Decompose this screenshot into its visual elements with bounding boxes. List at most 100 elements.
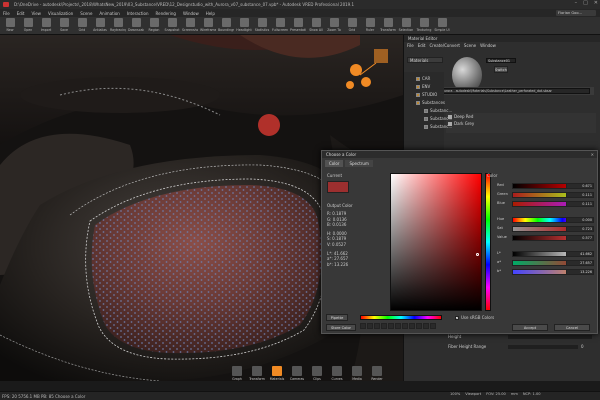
me-menu-create[interactable]: Create/Convert bbox=[429, 43, 459, 48]
value-red[interactable]: 0.671 bbox=[566, 183, 594, 189]
toolbar-transform-button[interactable]: Transform bbox=[380, 18, 396, 32]
use-srgb-checkbox[interactable]: ✓ Use sRGB Colors bbox=[455, 315, 494, 320]
value-value[interactable]: 0.577 bbox=[566, 235, 594, 241]
swatch[interactable] bbox=[416, 323, 422, 329]
menu-file[interactable]: File bbox=[3, 11, 10, 16]
swatch[interactable] bbox=[381, 323, 387, 329]
swatch[interactable] bbox=[395, 323, 401, 329]
tree-item-car[interactable]: CAR bbox=[416, 75, 430, 82]
picker-cursor[interactable] bbox=[476, 253, 479, 256]
color-field-picker[interactable] bbox=[390, 173, 482, 311]
tab-color[interactable]: Color bbox=[325, 160, 344, 167]
toolbar-screenshots-button[interactable]: Screenshots bbox=[182, 18, 198, 32]
menu-scene[interactable]: Scene bbox=[80, 11, 92, 16]
value-astar[interactable]: 27.657 bbox=[566, 260, 594, 266]
pipette-button[interactable]: Pipette bbox=[326, 314, 348, 321]
toolbar-open-button[interactable]: Open bbox=[20, 18, 36, 32]
fov-readout[interactable]: FOV: 25.00 bbox=[486, 392, 506, 396]
toolbar-presentation-button[interactable]: Presentation bbox=[290, 18, 306, 32]
preset-item[interactable]: Deep Red bbox=[446, 113, 596, 120]
dock-clips-button[interactable]: Clips bbox=[308, 366, 326, 381]
toolbar-zoom-to-button[interactable]: Zoom To bbox=[326, 18, 342, 32]
swatch[interactable] bbox=[388, 323, 394, 329]
value-blue[interactable]: 0.111 bbox=[566, 201, 594, 207]
toolbar-wireframe-button[interactable]: Wireframe bbox=[200, 18, 216, 32]
dock-transform-button[interactable]: Transform bbox=[248, 366, 266, 381]
me-menu-window[interactable]: Window bbox=[480, 43, 496, 48]
menu-visualization[interactable]: Visualization bbox=[48, 11, 73, 16]
tab-spectrum[interactable]: Spectrum bbox=[345, 160, 373, 167]
me-menu-edit[interactable]: Edit bbox=[418, 43, 426, 48]
dialog-close-button[interactable]: ✕ bbox=[591, 151, 594, 158]
swatch[interactable] bbox=[374, 323, 380, 329]
menu-edit[interactable]: Edit bbox=[17, 11, 25, 16]
value-sat[interactable]: 0.723 bbox=[566, 226, 594, 232]
substance-path-field[interactable]: aurora - autodesk\Materials\Substance\Le… bbox=[440, 88, 590, 94]
toolbar-new-button[interactable]: New bbox=[2, 18, 18, 32]
toolbar-grid-button[interactable]: Grid bbox=[74, 18, 90, 32]
material-name-field[interactable]: Substance01 bbox=[486, 58, 516, 63]
swatch[interactable] bbox=[402, 323, 408, 329]
swatch[interactable] bbox=[423, 323, 429, 329]
accept-button[interactable]: Accept bbox=[512, 324, 548, 331]
cancel-button[interactable]: Cancel bbox=[554, 324, 590, 331]
user-account[interactable]: Florian Goo... bbox=[556, 10, 596, 16]
preset-item[interactable]: Dark Grey bbox=[446, 120, 596, 127]
toolbar-selection-button[interactable]: Selection bbox=[398, 18, 414, 32]
swatch[interactable] bbox=[360, 323, 366, 329]
toolbar-simple-ui-button[interactable]: Simple UI bbox=[434, 18, 450, 32]
hue-strip[interactable] bbox=[485, 173, 491, 311]
toolbar-grid2-button[interactable]: Grid bbox=[344, 18, 360, 32]
toolbar-save-button[interactable]: Save bbox=[56, 18, 72, 32]
dock-media-button[interactable]: Media bbox=[348, 366, 366, 381]
dock-graph-button[interactable]: Graph bbox=[228, 366, 246, 381]
spectrum-bar[interactable] bbox=[360, 315, 442, 320]
toolbar-statistics-button[interactable]: Statistics bbox=[254, 18, 270, 32]
maximize-button[interactable]: □ bbox=[583, 0, 588, 6]
units-readout[interactable]: mm bbox=[511, 392, 518, 396]
swatch[interactable] bbox=[409, 323, 415, 329]
tree-item-studio[interactable]: STUDIO bbox=[416, 91, 437, 98]
toolbar-ruler-button[interactable]: Ruler bbox=[362, 18, 378, 32]
dialog-title-bar[interactable]: Choose a Color bbox=[322, 151, 597, 158]
fiber-height-slider[interactable] bbox=[508, 344, 578, 349]
tree-item-substances[interactable]: Substances bbox=[416, 99, 445, 106]
menu-animation[interactable]: Animation bbox=[99, 11, 119, 16]
toolbar-boundings-button[interactable]: Boundings bbox=[218, 18, 234, 32]
me-menu-scene[interactable]: Scene bbox=[464, 43, 476, 48]
switch-button[interactable]: Switch bbox=[494, 66, 508, 73]
value-bstar[interactable]: 13.226 bbox=[566, 269, 594, 275]
menu-view[interactable]: View bbox=[31, 11, 41, 16]
toolbar-import-button[interactable]: Import bbox=[38, 18, 54, 32]
view-mode[interactable]: Viewport bbox=[465, 392, 481, 396]
tree-item-substance[interactable]: Substanc... bbox=[424, 115, 452, 122]
menu-window[interactable]: Window bbox=[183, 11, 199, 16]
ncp-readout[interactable]: NCP: 1.00 bbox=[523, 392, 541, 396]
dock-materials-button[interactable]: Materials bbox=[268, 366, 286, 381]
toolbar-snapshot-button[interactable]: Snapshot bbox=[164, 18, 180, 32]
toolbar-antialias-button[interactable]: Antialias bbox=[92, 18, 108, 32]
height-slider[interactable] bbox=[508, 334, 592, 339]
toolbar-show-all-button[interactable]: Show All bbox=[308, 18, 324, 32]
value-hue[interactable]: 0.000 bbox=[566, 217, 594, 223]
tree-item-env[interactable]: ENV bbox=[416, 83, 430, 90]
tree-item-substance[interactable]: Substanc... bbox=[424, 107, 452, 114]
swatch[interactable] bbox=[430, 323, 436, 329]
swatch[interactable] bbox=[367, 323, 373, 329]
dock-curves-button[interactable]: Curves bbox=[328, 366, 346, 381]
toolbar-fullscreen-button[interactable]: Fullscreen bbox=[272, 18, 288, 32]
zoom-level[interactable]: 100% bbox=[450, 392, 460, 396]
menu-interaction[interactable]: Interaction bbox=[127, 11, 149, 16]
toolbar-raytracing-button[interactable]: Raytracing bbox=[110, 18, 126, 32]
me-menu-file[interactable]: File bbox=[407, 43, 414, 48]
dock-cameras-button[interactable]: Cameras bbox=[288, 366, 306, 381]
dock-render-button[interactable]: Render bbox=[368, 366, 386, 381]
menu-rendering[interactable]: Rendering bbox=[156, 11, 176, 16]
close-button[interactable]: ✕ bbox=[594, 0, 598, 6]
toolbar-texturing-button[interactable]: Texturing bbox=[416, 18, 432, 32]
toolbar-downscale-button[interactable]: Downscale bbox=[128, 18, 144, 32]
value-green[interactable]: 0.111 bbox=[566, 192, 594, 198]
minimize-button[interactable]: – bbox=[575, 0, 578, 6]
menu-help[interactable]: Help bbox=[206, 11, 215, 16]
store-color-button[interactable]: Store Color bbox=[326, 324, 356, 331]
